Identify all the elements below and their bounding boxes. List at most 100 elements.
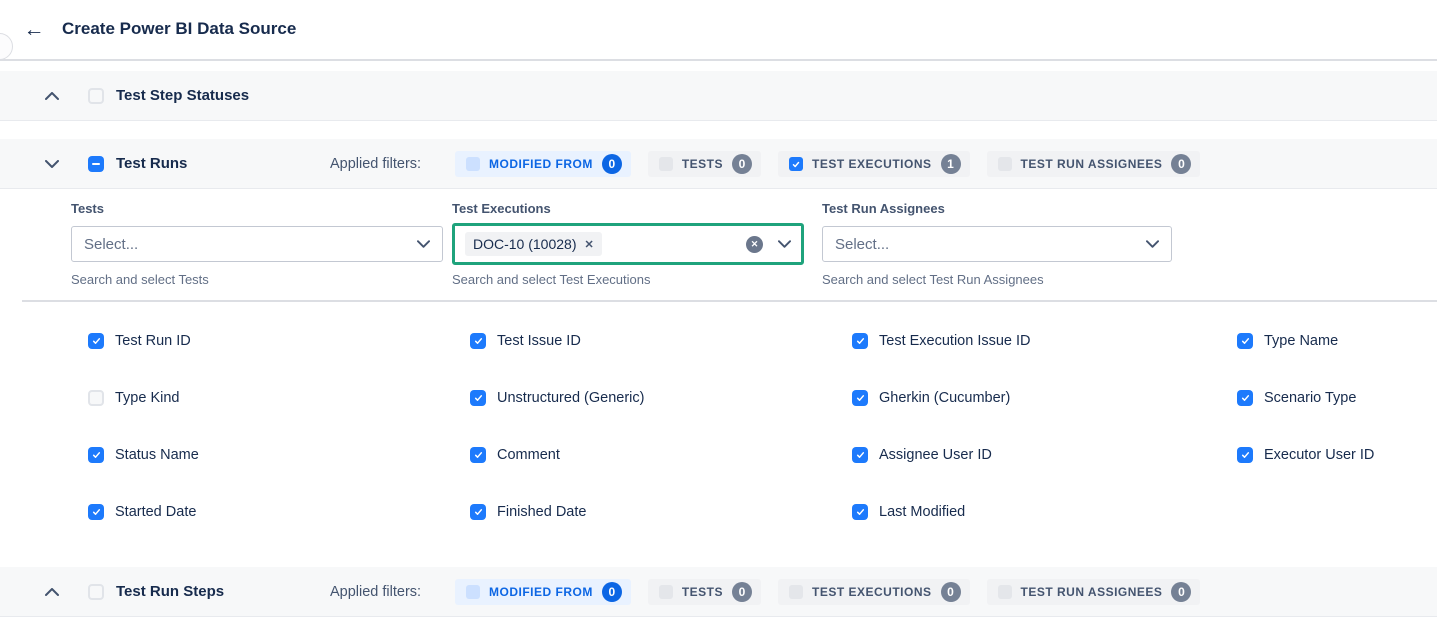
badge-checkbox bbox=[466, 157, 480, 171]
field-option: Finished Date bbox=[470, 502, 586, 522]
chevron-down-icon bbox=[778, 240, 791, 248]
badge-label: TEST EXECUTIONS bbox=[812, 585, 932, 599]
field-checkbox[interactable] bbox=[88, 333, 104, 349]
back-arrow-icon: ← bbox=[24, 18, 45, 42]
chevron-down-icon bbox=[45, 160, 59, 168]
field-option: Started Date bbox=[88, 502, 196, 522]
collapse-toggle[interactable] bbox=[44, 156, 60, 172]
filter-test-executions: Test Executions DOC-10 (10028) ✕ ✕ Searc… bbox=[452, 201, 804, 287]
field-checkbox[interactable] bbox=[852, 333, 868, 349]
field-checkbox[interactable] bbox=[88, 504, 104, 520]
field-option: Status Name bbox=[88, 445, 199, 465]
section-test-runs: Test Runs Applied filters: MODIFIED FROM… bbox=[0, 139, 1437, 189]
chip-label: DOC-10 (10028) bbox=[473, 236, 577, 252]
field-label: Finished Date bbox=[497, 504, 586, 520]
filter-helper-text: Search and select Test Executions bbox=[452, 272, 804, 287]
check-icon bbox=[473, 393, 484, 403]
field-option: Gherkin (Cucumber) bbox=[852, 388, 1010, 408]
collapse-toggle[interactable] bbox=[44, 88, 60, 104]
tests-select[interactable]: Select... bbox=[71, 226, 443, 262]
test-run-assignees-select[interactable]: Select... bbox=[822, 226, 1172, 262]
indeterminate-mark bbox=[92, 163, 100, 165]
field-label: Scenario Type bbox=[1264, 390, 1356, 406]
badge-label: TEST EXECUTIONS bbox=[812, 157, 932, 171]
test-executions-select[interactable]: DOC-10 (10028) ✕ ✕ bbox=[452, 223, 804, 265]
field-label: Test Run ID bbox=[115, 333, 191, 349]
check-icon bbox=[473, 507, 484, 517]
field-label: Comment bbox=[497, 447, 560, 463]
filter-badge-test-run-assignees[interactable]: TEST RUN ASSIGNEES 0 bbox=[987, 579, 1201, 605]
badge-checkbox bbox=[789, 157, 803, 171]
field-option: Test Run ID bbox=[88, 331, 191, 351]
field-checkbox[interactable] bbox=[852, 504, 868, 520]
field-option: Executor User ID bbox=[1237, 445, 1374, 465]
badge-count: 1 bbox=[941, 154, 961, 174]
back-button[interactable]: ← bbox=[20, 16, 48, 44]
section-checkbox[interactable] bbox=[88, 88, 104, 104]
check-icon bbox=[855, 507, 866, 517]
field-checkbox[interactable] bbox=[852, 390, 868, 406]
applied-filters-label: Applied filters: bbox=[330, 156, 421, 172]
collapse-toggle[interactable] bbox=[44, 584, 60, 600]
clear-icon: ✕ bbox=[751, 239, 759, 250]
applied-filters-badges: MODIFIED FROM 0 TESTS 0 TEST EXECUTIONS … bbox=[455, 151, 1200, 177]
field-checkbox[interactable] bbox=[852, 447, 868, 463]
field-checkbox[interactable] bbox=[470, 447, 486, 463]
test-runs-filters: Tests Select... Search and select Tests … bbox=[0, 189, 1437, 301]
check-icon bbox=[91, 450, 102, 460]
badge-count: 0 bbox=[941, 582, 961, 602]
field-checkbox[interactable] bbox=[1237, 333, 1253, 349]
badge-label: TESTS bbox=[682, 157, 723, 171]
check-icon bbox=[1240, 450, 1251, 460]
field-checkbox[interactable] bbox=[88, 447, 104, 463]
section-label: Test Run Steps bbox=[116, 583, 224, 600]
section-checkbox[interactable] bbox=[88, 584, 104, 600]
chip-remove-icon[interactable]: ✕ bbox=[585, 238, 594, 251]
field-checkbox[interactable] bbox=[88, 390, 104, 406]
field-option: Last Modified bbox=[852, 502, 965, 522]
filter-badge-tests[interactable]: TESTS 0 bbox=[648, 579, 761, 605]
section-label: Test Step Statuses bbox=[116, 87, 249, 104]
filter-badge-modified-from[interactable]: MODIFIED FROM 0 bbox=[455, 579, 631, 605]
badge-count: 0 bbox=[732, 154, 752, 174]
badge-checkbox bbox=[998, 157, 1012, 171]
chevron-down-icon bbox=[1146, 240, 1159, 248]
filter-badge-tests[interactable]: TESTS 0 bbox=[648, 151, 761, 177]
field-option: Test Execution Issue ID bbox=[852, 331, 1031, 351]
filter-badge-test-executions[interactable]: TEST EXECUTIONS 1 bbox=[778, 151, 970, 177]
field-checkbox[interactable] bbox=[470, 504, 486, 520]
chevron-up-icon bbox=[45, 92, 59, 100]
badge-label: MODIFIED FROM bbox=[489, 585, 593, 599]
filter-tests: Tests Select... Search and select Tests bbox=[71, 201, 443, 287]
section-checkbox[interactable] bbox=[88, 156, 104, 172]
filter-badge-modified-from[interactable]: MODIFIED FROM 0 bbox=[455, 151, 631, 177]
field-checkbox[interactable] bbox=[1237, 447, 1253, 463]
filter-badge-test-run-assignees[interactable]: TEST RUN ASSIGNEES 0 bbox=[987, 151, 1201, 177]
badge-checkbox bbox=[466, 585, 480, 599]
check-icon bbox=[855, 450, 866, 460]
badge-label: MODIFIED FROM bbox=[489, 157, 593, 171]
check-icon bbox=[791, 160, 801, 169]
filter-badge-test-executions[interactable]: TEST EXECUTIONS 0 bbox=[778, 579, 970, 605]
select-placeholder: Select... bbox=[835, 236, 889, 253]
divider bbox=[22, 300, 1437, 302]
selected-value-chip[interactable]: DOC-10 (10028) ✕ bbox=[465, 232, 602, 256]
field-label: Type Kind bbox=[115, 390, 180, 406]
section-test-run-steps: Test Run Steps Applied filters: MODIFIED… bbox=[0, 567, 1437, 617]
field-checkbox[interactable] bbox=[1237, 390, 1253, 406]
field-checkbox[interactable] bbox=[470, 390, 486, 406]
badge-checkbox bbox=[659, 585, 673, 599]
section-label: Test Runs bbox=[116, 155, 187, 172]
badge-checkbox bbox=[789, 585, 803, 599]
field-checkbox[interactable] bbox=[470, 333, 486, 349]
field-label: Test Execution Issue ID bbox=[879, 333, 1031, 349]
field-label: Test Issue ID bbox=[497, 333, 581, 349]
badge-checkbox bbox=[659, 157, 673, 171]
field-label: Last Modified bbox=[879, 504, 965, 520]
section-test-step-statuses: Test Step Statuses bbox=[0, 71, 1437, 121]
clear-all-button[interactable]: ✕ bbox=[746, 236, 763, 253]
page-header: ← Create Power BI Data Source bbox=[0, 0, 1437, 61]
check-icon bbox=[91, 507, 102, 517]
field-option: Type Name bbox=[1237, 331, 1338, 351]
page-title: Create Power BI Data Source bbox=[62, 19, 296, 39]
